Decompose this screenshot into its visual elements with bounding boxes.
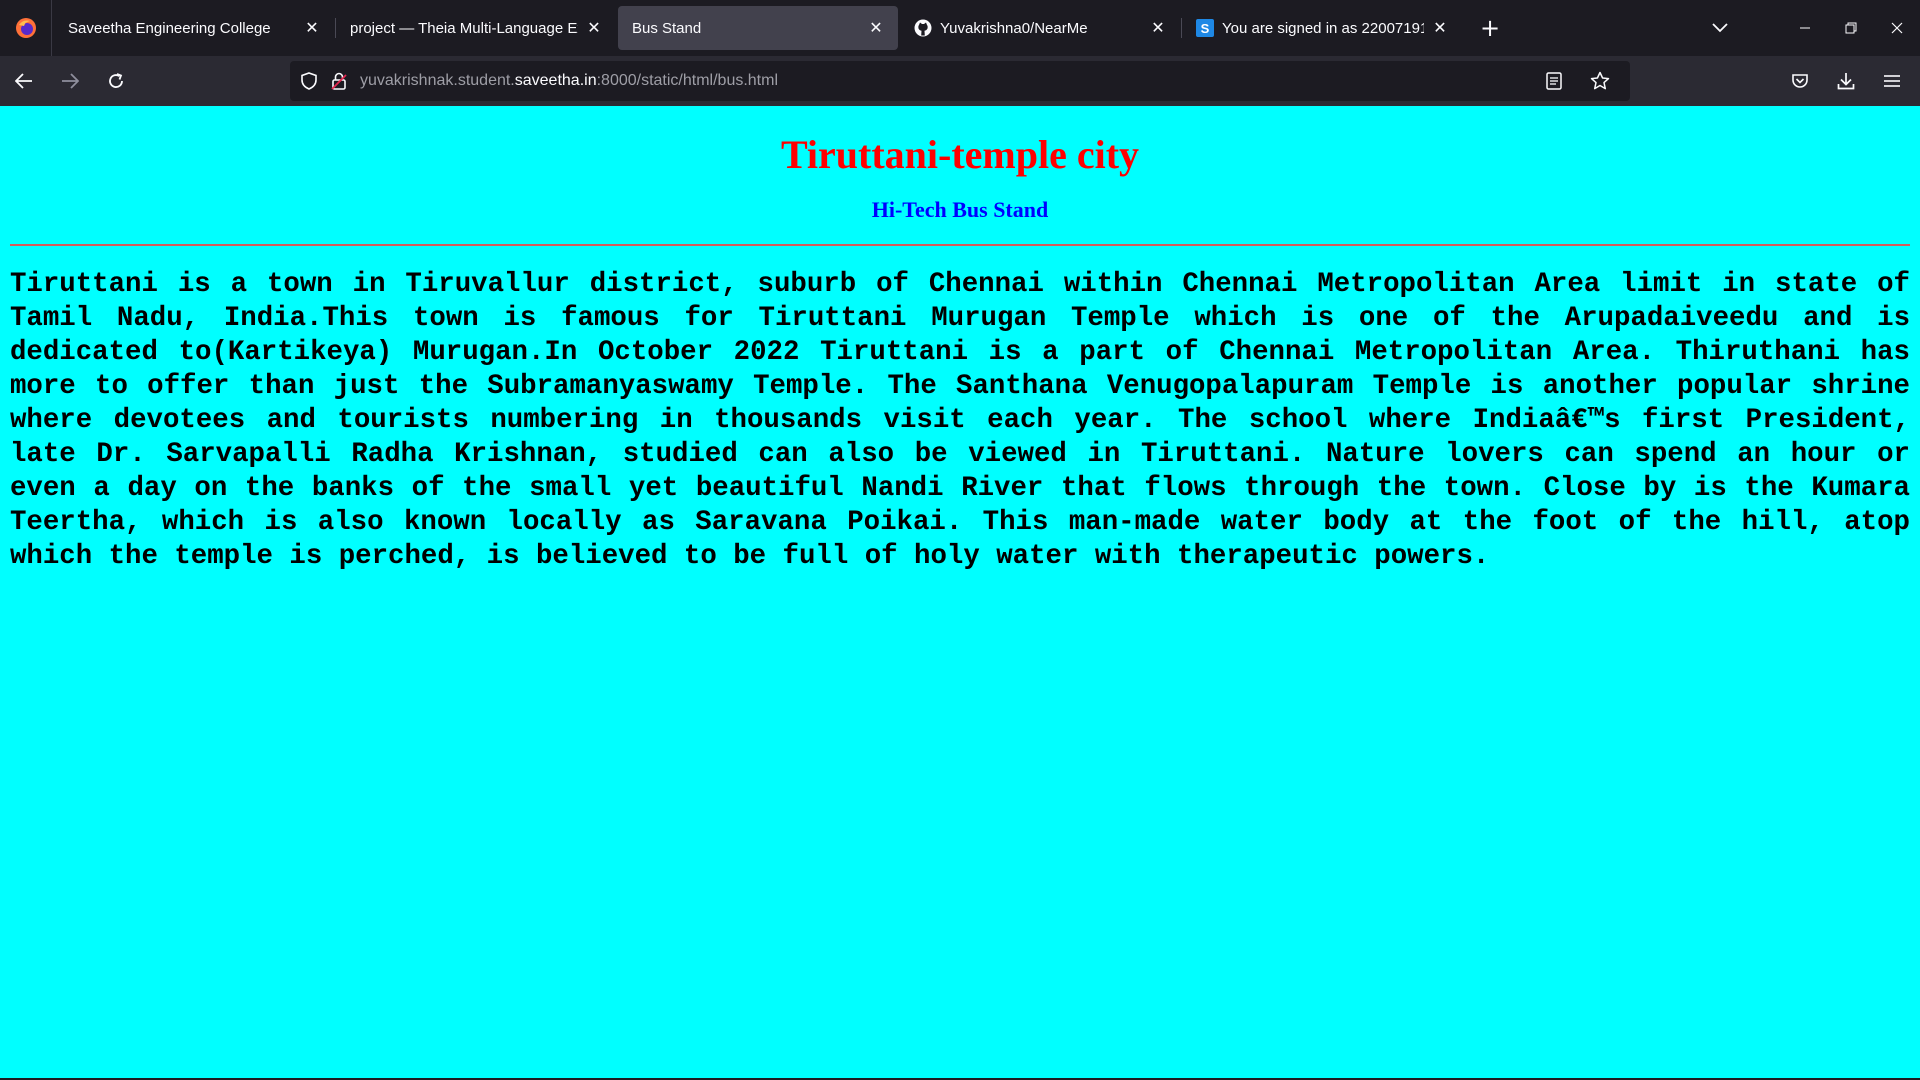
tab-github-nearme[interactable]: Yuvakrishna0/NearMe ✕ bbox=[900, 6, 1182, 50]
close-tab-icon[interactable]: ✕ bbox=[584, 18, 604, 38]
tab-signed-in[interactable]: S You are signed in as 22007191 ✕ bbox=[1182, 6, 1462, 50]
insecure-lock-icon[interactable] bbox=[324, 61, 354, 101]
restore-icon[interactable] bbox=[1828, 0, 1874, 56]
pocket-icon[interactable] bbox=[1778, 61, 1822, 101]
tracking-protection-shield-icon[interactable] bbox=[294, 61, 324, 101]
tab-bus-stand[interactable]: Bus Stand ✕ bbox=[618, 6, 898, 50]
url-text[interactable]: yuvakrishnak.student.saveetha.in:8000/st… bbox=[360, 72, 778, 90]
tab-theia-project[interactable]: project — Theia Multi-Language Ex ✕ bbox=[336, 6, 616, 50]
tab-title: Bus Stand bbox=[632, 19, 702, 37]
github-icon bbox=[914, 19, 932, 37]
close-tab-icon[interactable]: ✕ bbox=[1148, 18, 1168, 38]
url-path: :8000/static/html/bus.html bbox=[596, 72, 779, 89]
reload-icon[interactable] bbox=[94, 61, 138, 101]
back-arrow-icon[interactable] bbox=[2, 61, 46, 101]
tab-title: project — Theia Multi-Language Ex bbox=[350, 19, 578, 37]
close-tab-icon[interactable]: ✕ bbox=[866, 18, 886, 38]
navigation-toolbar: yuvakrishnak.student.saveetha.in:8000/st… bbox=[0, 56, 1920, 106]
address-bar-actions bbox=[1530, 61, 1622, 101]
close-tab-icon[interactable]: ✕ bbox=[302, 18, 322, 38]
forward-arrow-icon[interactable] bbox=[48, 61, 92, 101]
page-title: Tiruttani-temple city bbox=[780, 132, 1140, 177]
svg-text:S: S bbox=[1201, 21, 1210, 36]
tab-saveetha-college[interactable]: Saveetha Engineering College ✕ bbox=[54, 6, 336, 50]
reader-view-icon[interactable] bbox=[1532, 61, 1576, 101]
url-host: saveetha.in bbox=[514, 72, 597, 89]
firefox-menu-icon[interactable] bbox=[0, 0, 52, 56]
web-page-content: Tiruttani-temple city Hi-Tech Bus Stand … bbox=[0, 106, 1920, 1080]
horizontal-rule bbox=[10, 244, 1910, 246]
bookmark-star-icon[interactable] bbox=[1578, 61, 1622, 101]
new-tab-button[interactable]: + bbox=[1468, 6, 1512, 50]
address-bar[interactable]: yuvakrishnak.student.saveetha.in:8000/st… bbox=[290, 61, 1630, 101]
tab-title: Saveetha Engineering College bbox=[68, 19, 271, 37]
minimize-icon[interactable] bbox=[1782, 0, 1828, 56]
close-window-icon[interactable] bbox=[1874, 0, 1920, 56]
url-prefix: yuvakrishnak.student. bbox=[360, 72, 515, 89]
hamburger-menu-icon[interactable] bbox=[1870, 61, 1914, 101]
tab-strip: Saveetha Engineering College ✕ project —… bbox=[0, 0, 1920, 56]
tab-title: Yuvakrishna0/NearMe bbox=[940, 19, 1088, 37]
toolbar-right-actions bbox=[1776, 56, 1914, 106]
close-tab-icon[interactable]: ✕ bbox=[1430, 18, 1450, 38]
description-paragraph: Tiruttani is a town in Tiruvallur distri… bbox=[10, 269, 1910, 572]
page-subtitle: Hi-Tech Bus Stand bbox=[871, 197, 1049, 222]
s-logo-icon: S bbox=[1196, 19, 1214, 37]
tab-title: You are signed in as 22007191 bbox=[1222, 19, 1424, 37]
downloads-icon[interactable] bbox=[1824, 61, 1868, 101]
list-all-tabs-chevron-down-icon[interactable] bbox=[1698, 6, 1742, 50]
